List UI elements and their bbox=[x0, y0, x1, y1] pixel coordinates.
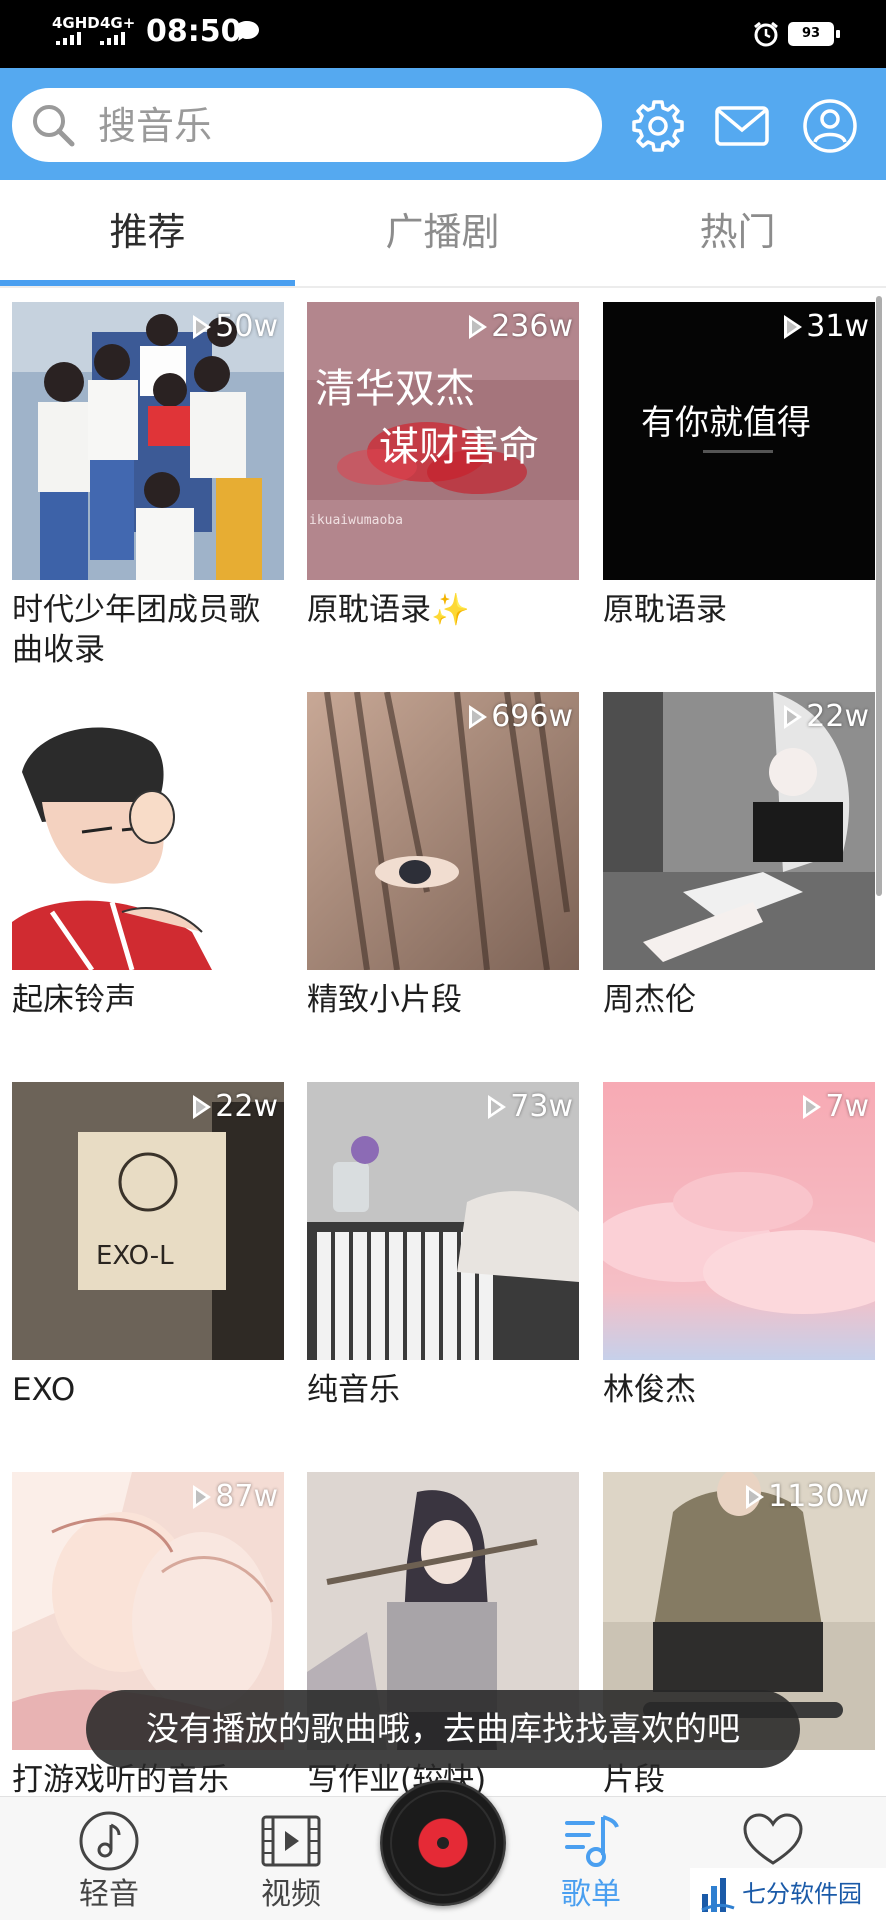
watermark-text: 七分软件园 bbox=[742, 1880, 862, 1908]
playlist-title: 原耽语录✨ bbox=[307, 592, 470, 628]
watermark: 七分软件园 bbox=[690, 1868, 886, 1920]
cover-text: 谋财害命 bbox=[379, 424, 539, 470]
play-count: 50w bbox=[193, 310, 278, 344]
search-icon bbox=[33, 105, 75, 147]
play-icon bbox=[193, 315, 212, 339]
toast-message: 没有播放的歌曲哦，去曲库找找喜欢的吧 bbox=[86, 1690, 800, 1768]
playlist-title: 起床铃声 bbox=[12, 982, 136, 1018]
status-time: 08:50 bbox=[146, 14, 242, 49]
nav-label: 轻音 bbox=[79, 1877, 139, 1912]
play-icon bbox=[803, 1095, 822, 1119]
user-icon[interactable] bbox=[802, 98, 858, 154]
tab-hot[interactable]: 热门 bbox=[590, 208, 885, 256]
tab-recommend[interactable]: 推荐 bbox=[0, 208, 295, 256]
signal-icon-1 bbox=[56, 32, 81, 45]
heart-icon bbox=[743, 1813, 803, 1865]
play-count: 236w bbox=[469, 310, 573, 344]
mail-icon[interactable] bbox=[714, 98, 770, 154]
play-count: 22w bbox=[784, 700, 869, 734]
signal-icon-2 bbox=[100, 32, 125, 45]
cover-text: EXO-L bbox=[96, 1241, 174, 1271]
playlist-title: 周杰伦 bbox=[603, 982, 696, 1018]
play-icon bbox=[784, 705, 803, 729]
play-count: 696w bbox=[469, 700, 573, 734]
play-icon bbox=[469, 705, 488, 729]
message-icon bbox=[235, 21, 259, 41]
music-note-icon bbox=[79, 1811, 139, 1871]
search-placeholder: 搜音乐 bbox=[98, 104, 213, 148]
search-input[interactable]: 搜音乐 bbox=[12, 88, 602, 162]
play-icon bbox=[469, 315, 488, 339]
play-count: 73w bbox=[488, 1090, 573, 1124]
playlist-title: 林俊杰 bbox=[603, 1372, 696, 1408]
disc-hole bbox=[437, 1837, 449, 1849]
play-icon bbox=[784, 315, 803, 339]
nav-label: 歌单 bbox=[561, 1877, 621, 1912]
nav-item-light-music[interactable]: 轻音 bbox=[54, 1811, 164, 1913]
battery-tip bbox=[836, 30, 840, 38]
playlist-title: 纯音乐 bbox=[307, 1372, 400, 1408]
play-count: 7w bbox=[803, 1090, 869, 1124]
cover-text: 清华双杰 bbox=[315, 366, 475, 412]
cover-text: 有你就值得 bbox=[641, 403, 811, 443]
nav-label: 视频 bbox=[261, 1877, 321, 1912]
play-icon bbox=[488, 1095, 507, 1119]
nav-item-playlist[interactable]: 歌单 bbox=[536, 1811, 646, 1913]
playlist-cover[interactable] bbox=[12, 692, 284, 970]
tab-radio-drama[interactable]: 广播剧 bbox=[295, 208, 590, 256]
category-tabs: 推荐 广播剧 热门 bbox=[0, 180, 886, 288]
playlist-grid: 50w 时代少年团成员歌曲收录 清华双杰 谋财害命 ikuaiwumaoba 2… bbox=[0, 290, 886, 1796]
cover-text: ikuaiwumaoba bbox=[309, 513, 403, 528]
video-icon bbox=[261, 1815, 321, 1867]
play-count: 87w bbox=[193, 1480, 278, 1514]
play-icon bbox=[193, 1095, 212, 1119]
app-header: 搜音乐 bbox=[0, 68, 886, 180]
play-icon bbox=[746, 1485, 765, 1509]
play-count: 22w bbox=[193, 1090, 278, 1124]
network-label-2: 4G+ bbox=[100, 14, 136, 32]
playlist-title: 原耽语录 bbox=[603, 592, 727, 628]
play-count: 1130w bbox=[746, 1480, 869, 1514]
status-bar: 4GHD 4G+ 08:50 93 bbox=[0, 0, 886, 68]
scrollbar[interactable] bbox=[876, 296, 882, 896]
play-count: 31w bbox=[784, 310, 869, 344]
gear-icon[interactable] bbox=[630, 98, 686, 154]
alarm-icon bbox=[754, 21, 778, 47]
playlist-title: EXO bbox=[12, 1372, 76, 1408]
nav-item-video[interactable]: 视频 bbox=[236, 1811, 346, 1913]
tab-indicator bbox=[0, 280, 295, 286]
network-label-1: 4GHD bbox=[52, 14, 100, 32]
play-icon bbox=[193, 1485, 212, 1509]
watermark-logo-icon bbox=[701, 1878, 735, 1912]
battery-indicator: 93 bbox=[788, 22, 834, 46]
playlist-title: 时代少年团成员歌曲收录 bbox=[12, 592, 260, 668]
playlist-icon bbox=[565, 1815, 619, 1867]
now-playing-disc[interactable] bbox=[380, 1780, 506, 1906]
playlist-title: 精致小片段 bbox=[307, 982, 462, 1018]
